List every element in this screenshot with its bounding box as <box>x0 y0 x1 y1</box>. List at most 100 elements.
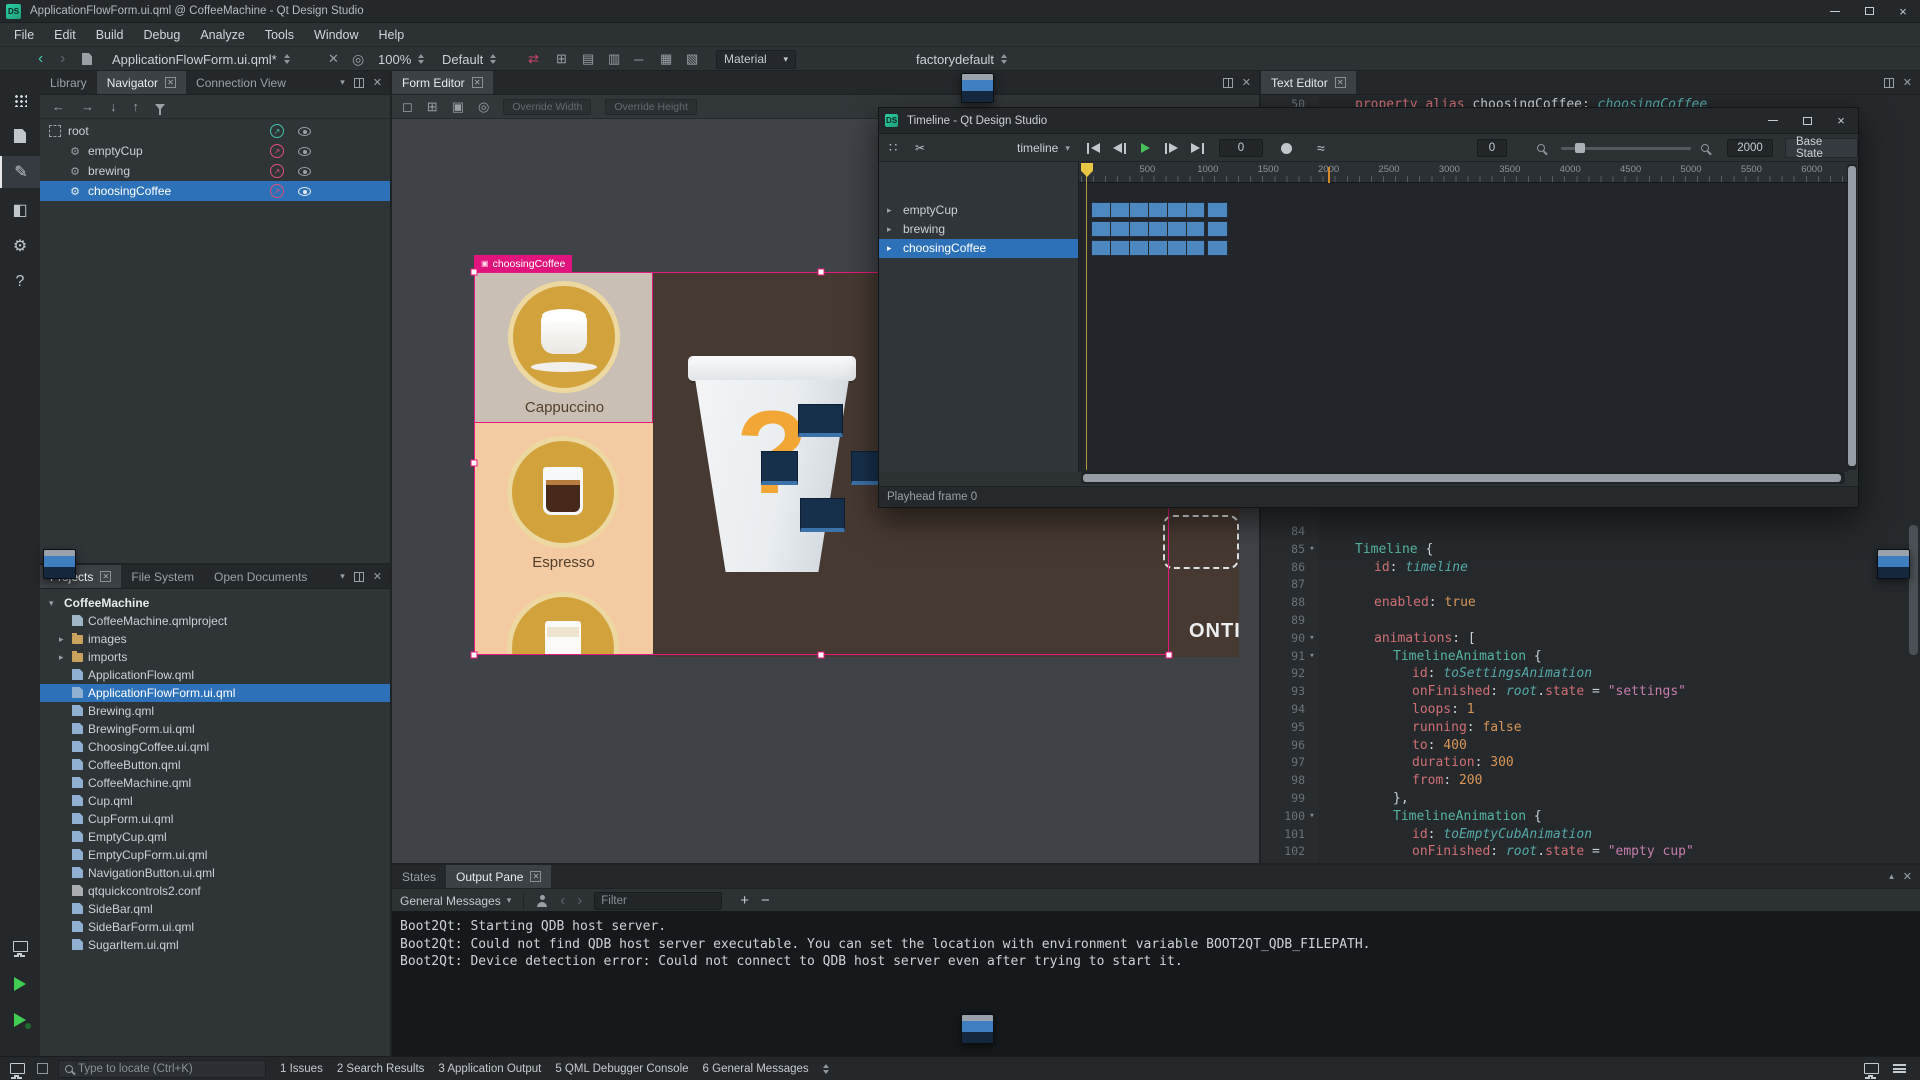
components-icon[interactable]: ◧ <box>0 194 40 226</box>
document-icon[interactable] <box>82 47 92 71</box>
minimize-button[interactable] <box>1756 108 1790 133</box>
menu-item[interactable]: Tools <box>255 23 304 47</box>
pane-toggle-button[interactable]: 2 Search Results <box>337 1063 425 1075</box>
close-button[interactable]: × <box>1886 0 1920 22</box>
menu-item[interactable]: Debug <box>134 23 191 47</box>
target-icon[interactable]: ◎ <box>352 47 364 71</box>
sidebar-toggle-icon[interactable] <box>37 1063 48 1074</box>
keyframe-track-row[interactable] <box>1079 201 1848 220</box>
close-pane-icon[interactable]: ✕ <box>373 570 382 583</box>
current-frame-field[interactable]: 0 <box>1219 134 1263 162</box>
split-icon[interactable] <box>354 78 364 88</box>
pane-sort-icon[interactable] <box>823 1064 829 1074</box>
bounds-icon[interactable]: ▤ <box>582 47 594 71</box>
secondary-frame-field[interactable]: 0 <box>1477 134 1507 162</box>
move-down-icon[interactable]: ↓ <box>110 99 117 114</box>
pane-toggle-button[interactable]: 1 Issues <box>280 1063 323 1075</box>
output-log[interactable]: Boot2Qt: Starting QDB host server.Boot2Q… <box>392 911 1920 1056</box>
timeline-track-item[interactable]: ▸ brewing <box>879 220 1079 239</box>
maximize-pane-icon[interactable]: ▴ <box>1889 871 1894 882</box>
timeline-keyframe-area[interactable]: 5001000150020002500300035004000450050005… <box>1079 162 1848 472</box>
run-button[interactable] <box>0 968 40 1000</box>
tab-library[interactable]: Library <box>40 71 97 94</box>
project-file-item[interactable]: BrewingForm.ui.qml <box>40 720 390 738</box>
keyframe-track-row[interactable] <box>1079 220 1848 239</box>
project-file-item[interactable]: CoffeeMachine.qmlproject <box>40 612 390 630</box>
visibility-eye-icon[interactable] <box>298 187 311 196</box>
duration-field[interactable]: 2000 <box>1727 134 1773 162</box>
expand-caret-icon[interactable]: ▸ <box>887 220 892 239</box>
timeline-ruler[interactable]: 5001000150020002500300035004000450050005… <box>1079 162 1848 183</box>
easing-curve-icon[interactable]: ≈ <box>1317 134 1325 162</box>
expand-caret-icon[interactable] <box>59 648 64 666</box>
project-file-item[interactable]: qtquickcontrols2.conf <box>40 882 390 900</box>
tab-file-system[interactable]: File System <box>121 565 204 588</box>
keyframe-bar[interactable] <box>1091 221 1205 237</box>
visibility-eye-icon[interactable] <box>298 167 311 176</box>
zoom-in-icon[interactable] <box>1701 134 1709 162</box>
project-file-item[interactable]: SideBarForm.ui.qml <box>40 918 390 936</box>
close-document-icon[interactable]: ✕ <box>328 47 339 71</box>
project-file-item[interactable]: ChoosingCoffee.ui.qml <box>40 738 390 756</box>
timeline-window[interactable]: DS Timeline - Qt Design Studio × ∷ ✂ tim… <box>878 107 1859 508</box>
coffee-option-espresso[interactable]: Espresso <box>474 423 653 576</box>
project-file-item[interactable]: Brewing.qml <box>40 702 390 720</box>
document-selector[interactable]: ApplicationFlowForm.ui.qml* <box>112 47 290 71</box>
device-monitor-icon[interactable] <box>0 930 40 962</box>
project-file-item[interactable]: images <box>40 630 390 648</box>
selection-tool-icon[interactable]: ◻ <box>402 99 413 115</box>
project-file-item[interactable]: SideBar.qml <box>40 900 390 918</box>
record-button[interactable] <box>1281 134 1292 162</box>
resize-handle[interactable] <box>818 652 825 659</box>
filter-input[interactable] <box>594 892 722 910</box>
filter-funnel-icon[interactable] <box>155 104 165 110</box>
export-icon[interactable]: ⇄ <box>528 47 539 71</box>
move-left-icon[interactable]: ← <box>52 99 65 114</box>
tab-states[interactable]: States <box>392 865 446 888</box>
help-icon[interactable]: ? <box>0 266 40 298</box>
maximize-button[interactable] <box>1852 0 1886 22</box>
timeline-titlebar[interactable]: DS Timeline - Qt Design Studio × <box>879 108 1858 134</box>
timeline-vertical-scrollbar[interactable] <box>1847 164 1857 470</box>
target-tool-icon[interactable]: ◎ <box>478 99 489 115</box>
tab-open-documents[interactable]: Open Documents <box>204 565 317 588</box>
project-file-item[interactable]: EmptyCupForm.ui.qml <box>40 846 390 864</box>
timeline-horizontal-scrollbar[interactable] <box>1081 472 1845 484</box>
channel-selector[interactable]: General Messages▾ <box>400 894 511 908</box>
navigator-item[interactable]: root ↗ <box>40 121 390 141</box>
export-alias-icon[interactable]: ↗ <box>270 184 284 198</box>
visibility-eye-icon[interactable] <box>298 127 311 136</box>
apps-grid-icon[interactable] <box>0 84 40 116</box>
close-button[interactable]: × <box>1824 108 1858 133</box>
resize-handle[interactable] <box>1166 652 1173 659</box>
coffee-option-partial[interactable] <box>474 576 653 655</box>
kit-selector[interactable]: factorydefault <box>916 47 1007 71</box>
forward-button[interactable]: › <box>60 47 65 71</box>
line-icon[interactable]: ─ <box>634 47 643 71</box>
timeline-selector[interactable]: timeline ▾ <box>1017 134 1070 162</box>
move-up-icon[interactable]: ↑ <box>133 99 140 114</box>
prev-item-icon[interactable]: ‹ <box>560 892 565 909</box>
visibility-eye-icon[interactable] <box>298 147 311 156</box>
outline-icon[interactable]: ▥ <box>608 47 620 71</box>
selection-label-tag[interactable]: choosingCoffee <box>474 255 572 272</box>
navigator-item[interactable]: emptyCup ↗ <box>40 141 390 161</box>
project-file-item[interactable]: Cup.qml <box>40 792 390 810</box>
project-file-item[interactable]: ApplicationFlow.qml <box>40 666 390 684</box>
chevron-down-icon[interactable]: ▾ <box>340 77 345 88</box>
to-end-button[interactable] <box>1185 134 1209 162</box>
terminal-icon[interactable] <box>1864 1063 1879 1074</box>
coffee-option-cappuccino[interactable]: Cappuccino <box>474 272 653 423</box>
menu-item[interactable]: Edit <box>44 23 86 47</box>
zoom-out-text-icon[interactable]: − <box>761 892 770 909</box>
navigator-item[interactable]: choosingCoffee ↗ <box>40 181 390 201</box>
keyframe-track-row[interactable] <box>1079 239 1848 258</box>
tools-gear-icon[interactable]: ⚙ <box>0 230 40 262</box>
pane-toggle-button[interactable]: 6 General Messages <box>703 1063 809 1075</box>
close-pane-icon[interactable]: ✕ <box>1242 76 1251 89</box>
timeline-track-item[interactable]: ▸ emptyCup <box>879 201 1079 220</box>
texture-icon[interactable]: ▧ <box>686 47 698 71</box>
previous-frame-button[interactable] <box>1107 134 1131 162</box>
menu-item[interactable]: Analyze <box>190 23 254 47</box>
pane-toggle-button[interactable]: 3 Application Output <box>438 1063 541 1075</box>
